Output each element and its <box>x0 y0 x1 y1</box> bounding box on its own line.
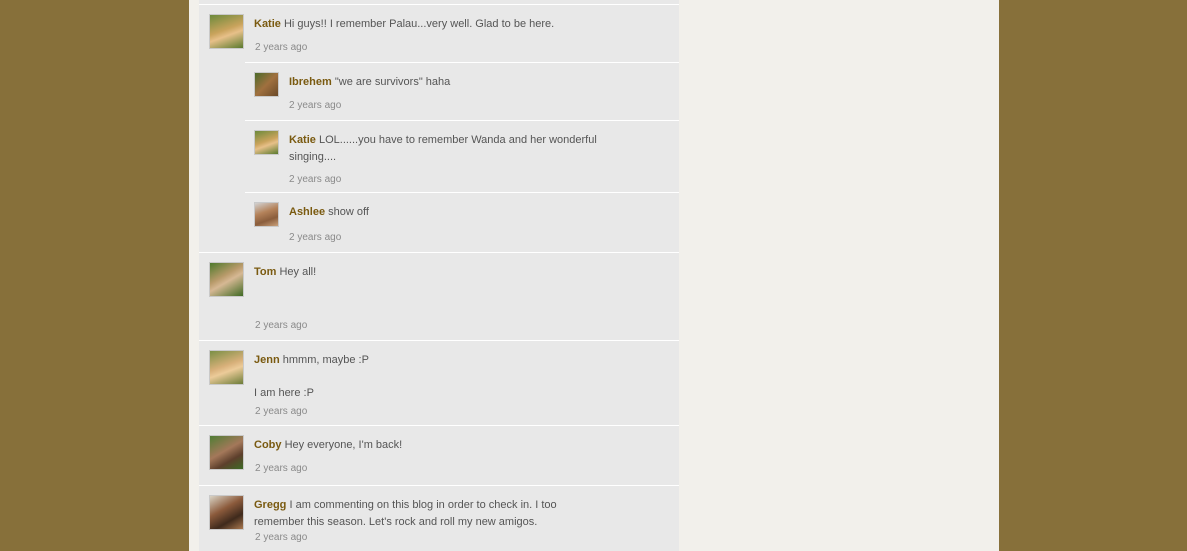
comment-text: show off <box>328 206 369 218</box>
comment-body: Ashlee show off <box>289 204 639 221</box>
comment-text: Hey all! <box>279 266 317 278</box>
timestamp[interactable]: 2 years ago <box>255 406 307 417</box>
comment-text: Hey everyone, I'm back! <box>284 439 403 451</box>
avatar-katie-icon[interactable] <box>254 130 279 155</box>
comment-text-extra: I am here :P <box>254 387 314 399</box>
page-background: Katie Hi guys!! I remember Palau...very … <box>189 0 999 551</box>
comment-text: hmmm, maybe :P <box>282 354 369 366</box>
timestamp[interactable]: 2 years ago <box>289 100 341 111</box>
comment-katie: Katie Hi guys!! I remember Palau...very … <box>199 4 679 62</box>
comment-list: Katie Hi guys!! I remember Palau...very … <box>199 0 679 551</box>
author-link[interactable]: Gregg <box>254 499 286 511</box>
comment-body: Gregg I am commenting on this blog in or… <box>254 497 604 531</box>
timestamp[interactable]: 2 years ago <box>255 42 307 53</box>
comment-body: Katie Hi guys!! I remember Palau...very … <box>254 16 604 33</box>
avatar-jenn-icon[interactable] <box>209 350 244 385</box>
timestamp[interactable]: 2 years ago <box>255 463 307 474</box>
comment-text: Hi guys!! I remember Palau...very well. … <box>283 18 555 30</box>
comment-body: Ibrehem "we are survivors" haha <box>289 74 639 91</box>
comment-tom: Tom Hey all! 2 years ago <box>199 252 679 340</box>
author-link[interactable]: Tom <box>254 266 276 278</box>
avatar-katie-icon[interactable] <box>209 14 244 49</box>
comment-text: I am commenting on this blog in order to… <box>254 499 557 528</box>
author-link[interactable]: Coby <box>254 439 282 451</box>
author-link[interactable]: Katie <box>254 18 281 30</box>
avatar-coby-icon[interactable] <box>209 435 244 470</box>
comment-jenn: Jenn hmmm, maybe :P I am here :P 2 years … <box>199 340 679 425</box>
comment-text: LOL......you have to remember Wanda and … <box>289 134 597 163</box>
avatar-ibrehem-icon[interactable] <box>254 72 279 97</box>
author-link[interactable]: Ashlee <box>289 206 325 218</box>
comment-katie-reply: Katie LOL......you have to remember Wand… <box>245 120 679 192</box>
comment-text: "we are survivors" haha <box>334 76 451 88</box>
author-link[interactable]: Jenn <box>254 354 280 366</box>
timestamp[interactable]: 2 years ago <box>255 532 307 543</box>
timestamp[interactable]: 2 years ago <box>255 320 307 331</box>
comment-body: Coby Hey everyone, I'm back! <box>254 437 604 454</box>
avatar-tom-icon[interactable] <box>209 262 244 297</box>
author-link[interactable]: Ibrehem <box>289 76 332 88</box>
timestamp[interactable]: 2 years ago <box>289 232 341 243</box>
comment-gregg: Gregg I am commenting on this blog in or… <box>199 485 679 551</box>
comment-body: Katie LOL......you have to remember Wand… <box>289 132 609 166</box>
avatar-gregg-icon[interactable] <box>209 495 244 530</box>
comment-body: Jenn hmmm, maybe :P I am here :P <box>254 352 604 402</box>
author-link[interactable]: Katie <box>289 134 316 146</box>
comment-body: Tom Hey all! <box>254 264 604 281</box>
comment-ashlee: Ashlee show off 2 years ago <box>245 192 679 252</box>
timestamp[interactable]: 2 years ago <box>289 174 341 185</box>
comment-ibrehem: Ibrehem "we are survivors" haha 2 years … <box>245 62 679 120</box>
comment-coby: Coby Hey everyone, I'm back! 2 years ago <box>199 425 679 485</box>
avatar-ashlee-icon[interactable] <box>254 202 279 227</box>
